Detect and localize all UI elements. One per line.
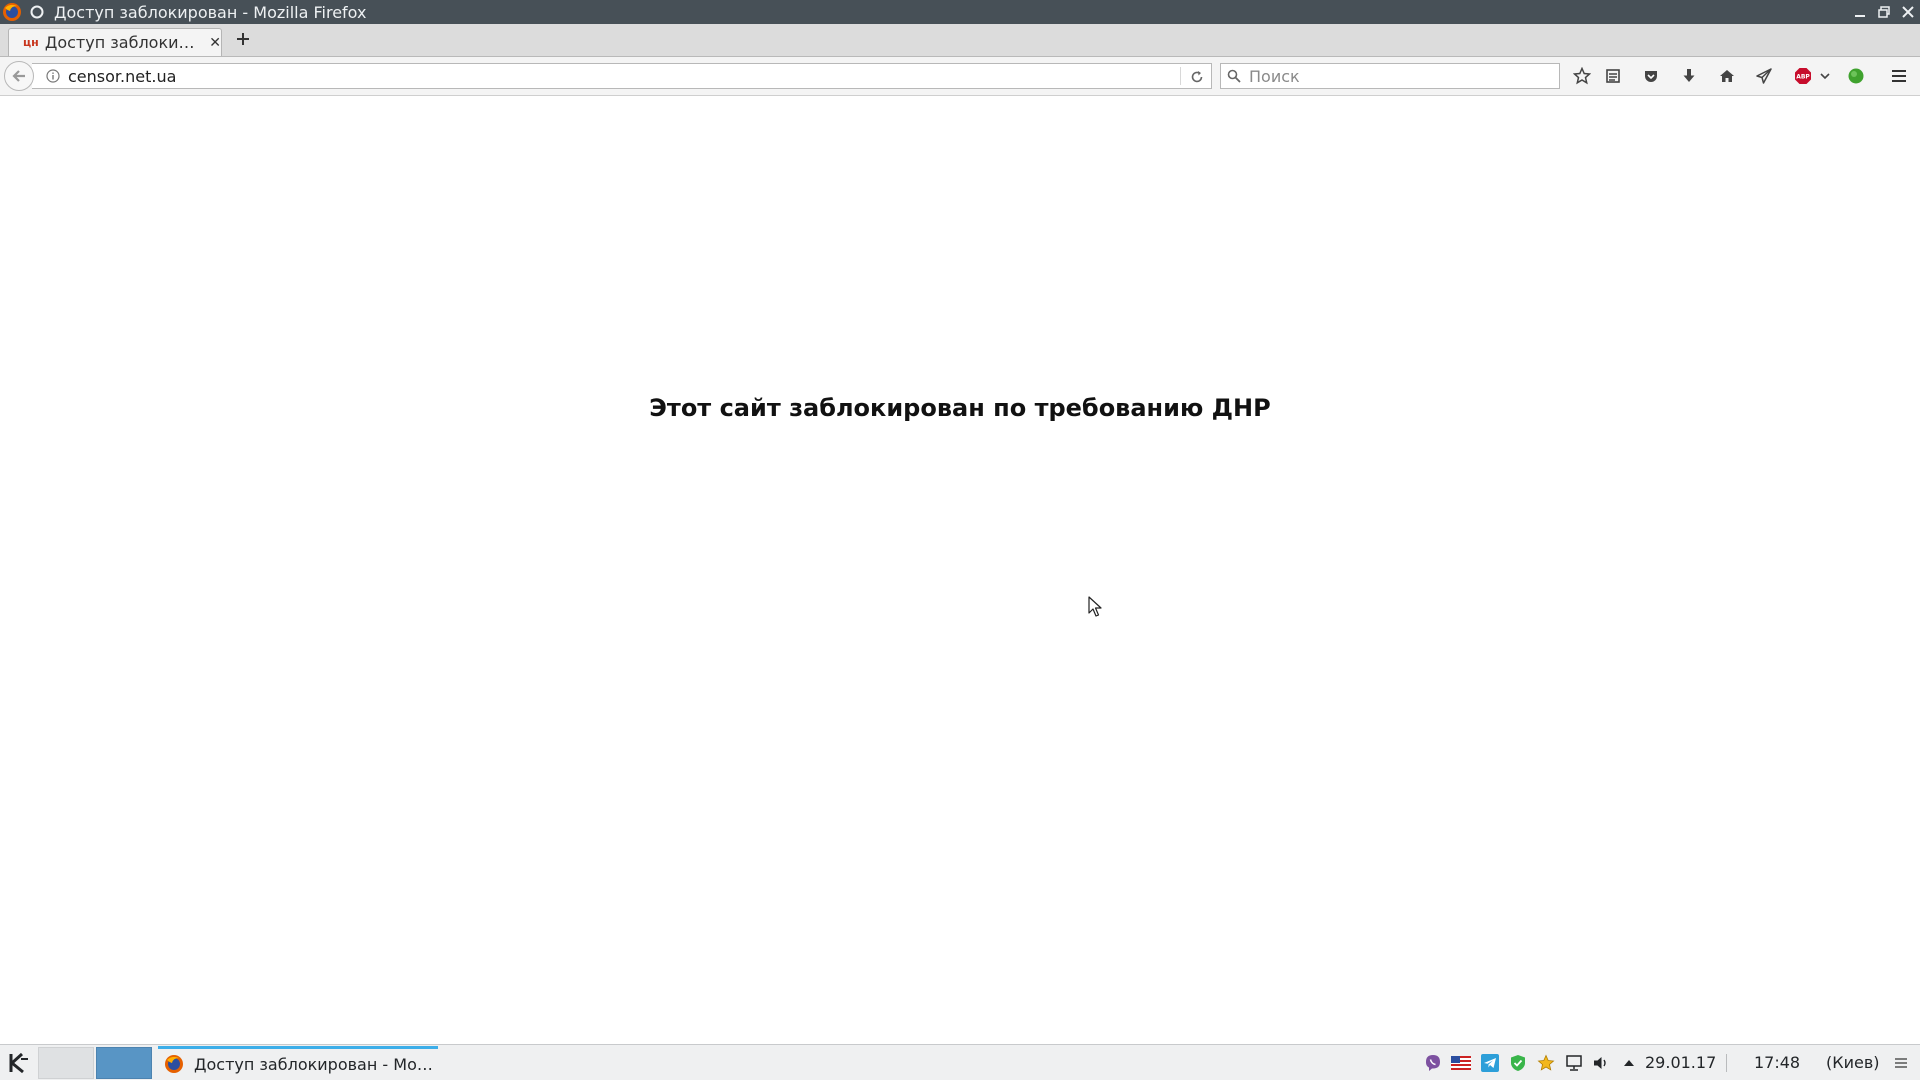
clock-time[interactable]: 17:48 <box>1754 1053 1800 1072</box>
star-icon <box>1537 1054 1555 1071</box>
site-info-icon[interactable] <box>46 69 60 83</box>
new-tab-button[interactable] <box>232 28 254 50</box>
extension-status-button[interactable] <box>1846 66 1866 86</box>
tab-favicon: цн <box>23 36 39 49</box>
shield-check-icon <box>1511 1055 1525 1071</box>
back-button[interactable] <box>4 61 34 91</box>
expand-arrow-icon <box>1624 1060 1634 1066</box>
pocket-button[interactable] <box>1641 66 1661 86</box>
home-button[interactable] <box>1717 66 1737 86</box>
back-arrow-icon <box>12 70 25 82</box>
network-icon <box>1566 1055 1582 1071</box>
window-title: Доступ заблокирован - Mozilla Firefox <box>54 2 367 22</box>
page-content: Этот сайт заблокирован по требованию ДНР <box>0 96 1920 1044</box>
svg-text:ABP: ABP <box>1796 74 1810 81</box>
tray-security[interactable] <box>1508 1053 1528 1073</box>
tray-network[interactable] <box>1564 1053 1584 1073</box>
window-titlebar[interactable]: Доступ заблокирован - Mozilla Firefox <box>0 0 1920 24</box>
clock-timezone[interactable]: (Киев) <box>1826 1053 1880 1072</box>
volume-icon <box>1594 1057 1606 1069</box>
navigation-toolbar: censor.net.ua Поиск ABP <box>0 57 1920 96</box>
bookmark-star-icon <box>1573 67 1591 85</box>
restore-icon <box>1878 6 1890 18</box>
urlbar-separator <box>1180 67 1181 85</box>
window-menu-icon[interactable] <box>30 5 44 19</box>
tray-telegram[interactable] <box>1480 1053 1500 1073</box>
adblock-plus-icon: ABP <box>1795 68 1811 84</box>
firefox-icon <box>3 3 21 21</box>
tray-favorites[interactable] <box>1536 1053 1556 1073</box>
plus-icon <box>237 33 249 45</box>
send-icon <box>1756 68 1772 84</box>
tab-strip: цн Доступ заблоки… ✕ <box>0 24 1920 57</box>
adblock-dropdown[interactable] <box>1815 66 1835 86</box>
task-title: Доступ заблокирован - Mo… <box>194 1054 433 1074</box>
tray-volume[interactable] <box>1591 1053 1611 1073</box>
reading-list-button[interactable] <box>1603 66 1623 86</box>
send-button[interactable] <box>1754 66 1774 86</box>
telegram-icon <box>1481 1054 1499 1072</box>
close-icon <box>1902 6 1914 18</box>
taskbar-task-firefox[interactable]: Доступ заблокирован - Mo… <box>158 1046 438 1079</box>
bookmark-button[interactable] <box>1572 66 1592 86</box>
close-window-button[interactable] <box>1896 0 1920 24</box>
reload-icon[interactable] <box>1189 69 1205 85</box>
firefox-icon <box>165 1055 183 1073</box>
clock-date[interactable]: 29.01.17 <box>1645 1053 1716 1072</box>
application-launcher-icon[interactable] <box>4 1049 32 1077</box>
tray-keyboard-layout[interactable] <box>1451 1053 1471 1073</box>
mouse-cursor-icon <box>1088 596 1102 617</box>
main-menu-button[interactable] <box>1889 66 1909 86</box>
download-icon <box>1683 69 1695 82</box>
clock-separator <box>1726 1054 1727 1072</box>
restore-button[interactable] <box>1872 0 1896 24</box>
adblock-button[interactable]: ABP <box>1793 66 1813 86</box>
tab-title: Доступ заблоки… <box>44 33 195 52</box>
search-input[interactable] <box>1247 65 1551 87</box>
virtual-desktop-1[interactable] <box>38 1047 94 1079</box>
search-bar[interactable] <box>1220 63 1560 89</box>
panel-menu-icon[interactable] <box>1892 1054 1910 1072</box>
us-flag-icon <box>1451 1056 1471 1070</box>
taskbar: Доступ заблокирован - Mo… 29.01.17 17:48… <box>0 1044 1920 1080</box>
minimize-button[interactable] <box>1848 0 1872 24</box>
downloads-button[interactable] <box>1679 66 1699 86</box>
tray-expand[interactable] <box>1619 1053 1639 1073</box>
tab-close-button[interactable]: ✕ <box>209 35 221 51</box>
dropdown-chevron-icon <box>1820 73 1830 80</box>
viber-icon <box>1426 1055 1440 1071</box>
tab-active[interactable]: цн Доступ заблоки… ✕ <box>8 28 222 56</box>
green-status-icon <box>1848 68 1864 84</box>
blocked-message: Этот сайт заблокирован по требованию ДНР <box>649 394 1271 422</box>
home-icon <box>1720 70 1734 82</box>
pocket-icon <box>1645 71 1657 82</box>
reading-list-icon <box>1606 69 1620 83</box>
minimize-icon <box>1855 15 1865 17</box>
virtual-desktop-2[interactable] <box>96 1047 152 1079</box>
search-icon <box>1227 69 1241 83</box>
tray-viber[interactable] <box>1423 1053 1443 1073</box>
url-text[interactable]: censor.net.ua <box>68 67 176 86</box>
url-bar[interactable]: censor.net.ua <box>32 63 1212 89</box>
hamburger-menu-icon <box>1892 70 1906 82</box>
